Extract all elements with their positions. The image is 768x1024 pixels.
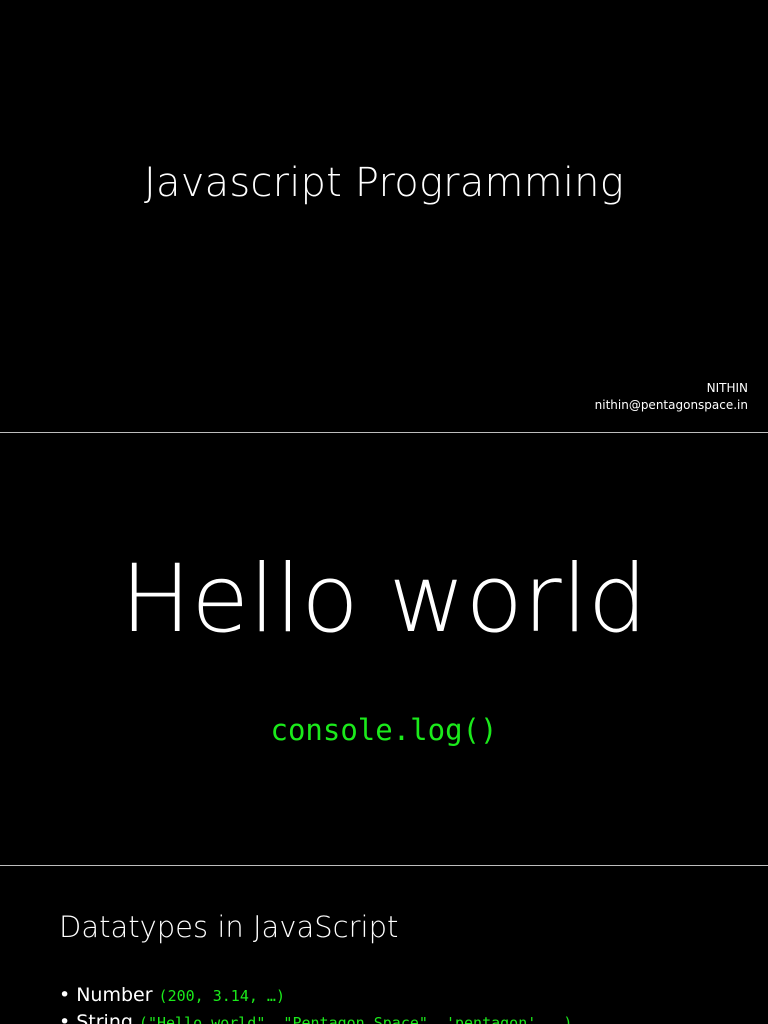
bullet-icon: • [59,984,71,1006]
slide-hello-world: Hello world console.log() [0,433,768,865]
slide-title: Javascript Programming NITHIN nithin@pen… [0,0,768,432]
list-item: • Number (200, 3.14, …) [59,982,572,1009]
author-email: nithin@pentagonspace.in [594,398,748,412]
author-name: NITHIN [706,381,748,395]
code-snippet: console.log() [270,713,498,747]
slide-datatypes: Datatypes in JavaScript • Number (200, 3.1… [0,866,768,1024]
bullet-example: ("Hello world", "Pentagon Space", 'penta… [138,1014,573,1024]
author-block: NITHIN nithin@pentagonspace.in [595,380,748,414]
bullet-icon: • [59,1011,71,1024]
bullet-label: Number [76,984,153,1006]
bullet-example: (200, 3.14, …) [158,987,285,1005]
bullet-label: String [76,1011,133,1024]
list-item: • String ("Hello world", "Pentagon Space",… [59,1009,572,1024]
presentation-title: Javascript Programming [144,160,624,206]
bullet-list: • Number (200, 3.14, …) • String ("Hello wor… [59,982,572,1024]
slide-heading: Hello world [120,545,648,654]
slide-heading: Datatypes in JavaScript [59,910,399,944]
